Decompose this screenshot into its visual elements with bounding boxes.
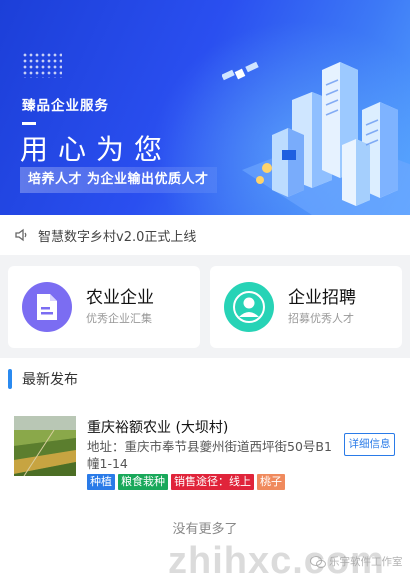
chat-bubble-icon bbox=[310, 555, 326, 568]
banner-slogan: 培养人才 为企业输出优质人才 bbox=[20, 167, 217, 193]
agri-enterprise-card[interactable]: 农业企业 优秀企业汇集 bbox=[8, 266, 200, 348]
speaker-icon bbox=[15, 228, 27, 242]
card-title: 农业企业 bbox=[86, 288, 154, 308]
tag: 销售途径：线上 bbox=[171, 474, 254, 490]
no-more-text: 没有更多了 bbox=[172, 522, 238, 537]
banner-headline: 用心为您 bbox=[20, 133, 173, 166]
hero-banner[interactable]: 臻品企业服务 用心为您 培养人才 为企业输出优质人才 bbox=[0, 0, 410, 215]
person-icon bbox=[224, 282, 274, 332]
card-subtitle: 优秀企业汇集 bbox=[86, 312, 152, 325]
account-watermark: 乐宇软件工作室 bbox=[310, 554, 403, 569]
tag: 桃子 bbox=[257, 474, 285, 490]
dot-grid-decoration bbox=[22, 52, 62, 78]
banner-dash-decoration bbox=[22, 122, 36, 125]
section-accent-bar bbox=[8, 369, 12, 389]
document-icon bbox=[22, 282, 72, 332]
listing-title[interactable]: 重庆裕额农业 (大坝村) bbox=[87, 417, 228, 437]
details-button[interactable]: 详细信息 bbox=[344, 433, 395, 456]
farmland-thumbnail bbox=[14, 416, 76, 476]
card-subtitle: 招募优秀人才 bbox=[288, 312, 354, 325]
satellite-icon bbox=[222, 61, 259, 81]
card-title: 企业招聘 bbox=[288, 288, 356, 308]
listing-address: 地址：重庆市奉节县夔州街道西坪街50号B1幢1-14 bbox=[87, 439, 332, 471]
account-name: 乐宇软件工作室 bbox=[329, 556, 403, 568]
isometric-city-illustration bbox=[222, 61, 410, 215]
tag-list: 种植 粮食栽种 销售途径：线上 桃子 bbox=[87, 474, 288, 490]
tag: 粮食栽种 bbox=[118, 474, 168, 490]
announcement-bar[interactable]: 智慧数字乡村v2.0正式上线 bbox=[0, 215, 410, 255]
banner-subtitle: 臻品企业服务 bbox=[22, 98, 109, 114]
section-header: 最新发布 bbox=[0, 368, 78, 390]
list-item[interactable]: 重庆裕额农业 (大坝村) 地址：重庆市奉节县夔州街道西坪街50号B1幢1-14 … bbox=[14, 416, 400, 496]
announcement-text: 智慧数字乡村v2.0正式上线 bbox=[38, 229, 197, 245]
section-title: 最新发布 bbox=[22, 372, 78, 388]
recruitment-card[interactable]: 企业招聘 招募优秀人才 bbox=[210, 266, 402, 348]
tag: 种植 bbox=[87, 474, 115, 490]
